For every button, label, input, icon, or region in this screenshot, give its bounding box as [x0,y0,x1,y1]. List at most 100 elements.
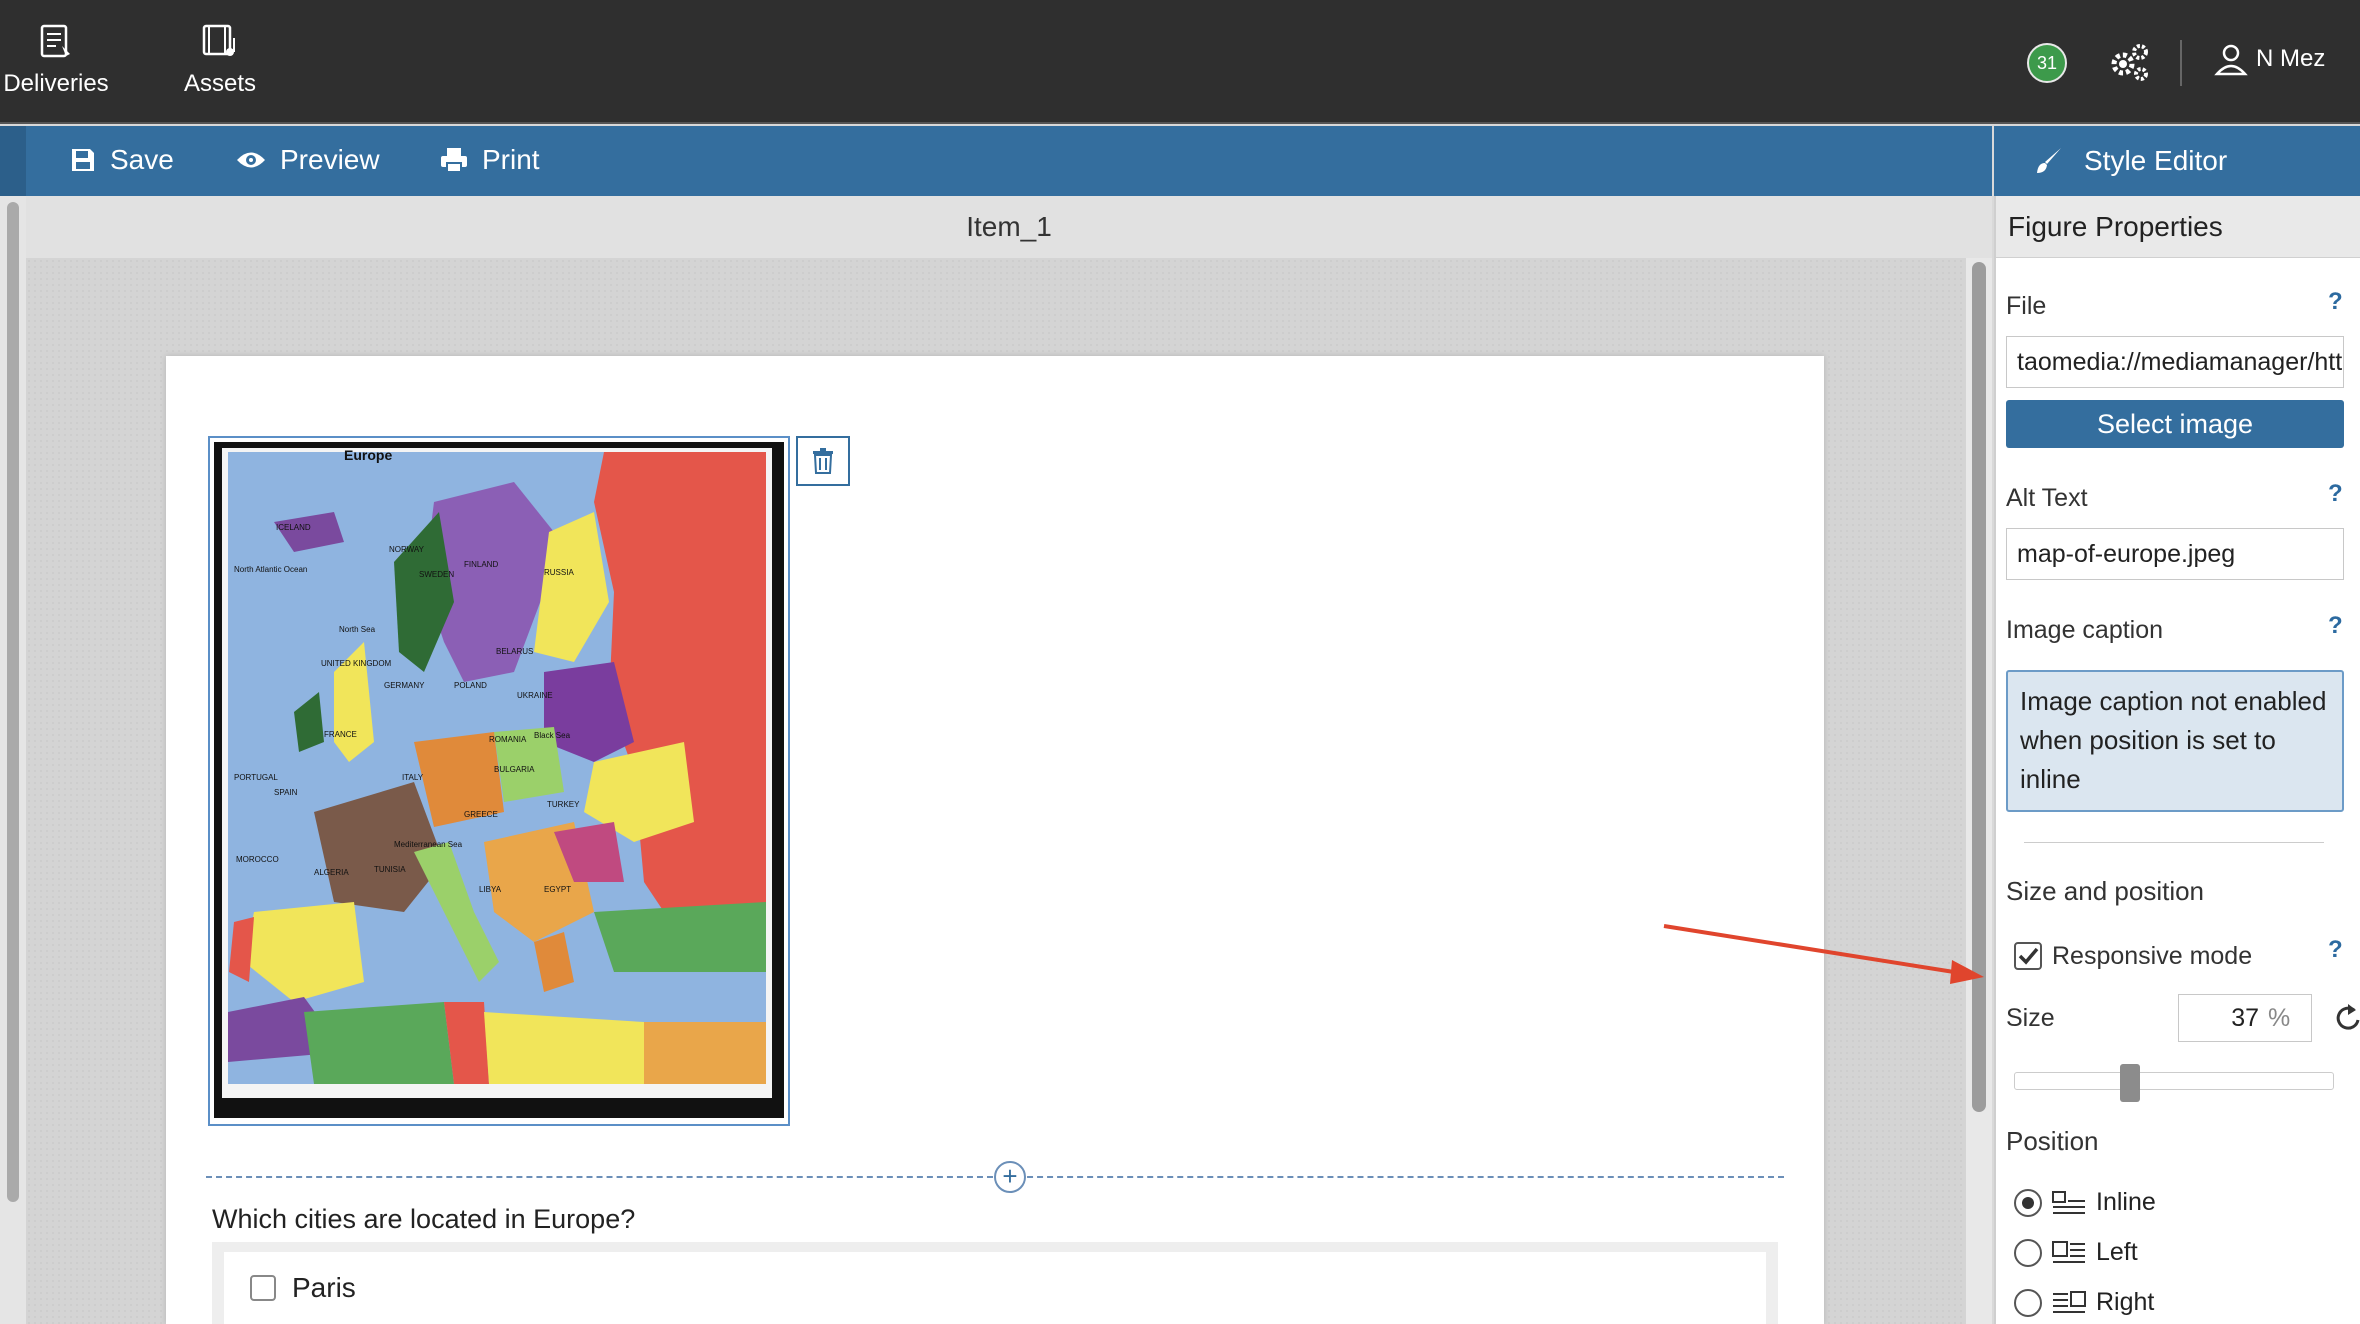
map-label: PORTUGAL [234,773,278,782]
position-right-option[interactable]: Right [2014,1288,2154,1317]
preview-label: Preview [280,144,380,175]
map-label: POLAND [454,681,487,690]
reset-size-icon[interactable] [2334,1002,2360,1034]
map-label: LIBYA [479,885,502,894]
file-help-icon[interactable]: ? [2328,288,2343,316]
nav-assets[interactable]: Assets [150,22,290,98]
map-label: ICELAND [276,523,311,532]
print-button[interactable]: Print [440,144,540,176]
inline-layout-icon [2052,1190,2085,1214]
map-label: RUSSIA [544,568,574,577]
position-left-label: Left [2096,1238,2138,1266]
file-label: File [2006,292,2047,320]
style-editor-label: Style Editor [2084,145,2228,176]
responsive-mode-checkbox[interactable] [2014,942,2042,970]
figure-properties-panel: Figure Properties File ? taomedia://medi… [1994,196,2360,1324]
eye-icon [237,152,265,168]
panel-title: Figure Properties [1996,196,2360,258]
map-label: SPAIN [274,788,298,797]
canvas-scrollbar[interactable] [1966,258,1992,1324]
position-left-radio[interactable] [2014,1238,2042,1267]
canvas-scrollbar-thumb[interactable] [1972,262,1986,1112]
add-block-button[interactable]: + [994,1161,1026,1193]
map-label: North Atlantic Ocean [234,565,307,574]
notification-badge[interactable]: 31 [2027,43,2067,83]
nav-deliveries[interactable]: Deliveries [0,22,126,98]
alt-text-help-icon[interactable]: ? [2328,480,2343,508]
map-label: BELARUS [496,647,533,656]
assets-icon [202,24,235,56]
trash-icon [813,448,833,474]
map-label: TUNISIA [374,865,406,874]
checkmark-icon [2018,947,2039,965]
responsive-mode-label: Responsive mode [2052,942,2253,970]
map-label: North Sea [339,625,376,634]
user-icon [2214,44,2248,76]
settings-gear-icon[interactable] [2106,40,2152,86]
map-label: GERMANY [384,681,425,690]
caption-label: Image caption [2006,616,2164,644]
position-right-label: Right [2096,1288,2155,1316]
choice-label: Paris [292,1272,356,1303]
question-prompt: Which cities are located in Europe? [212,1204,636,1234]
responsive-help-icon[interactable]: ? [2328,936,2343,964]
map-label: UNITED KINGDOM [321,659,392,668]
map-label: FINLAND [464,560,498,569]
user-menu[interactable]: N Mez [2214,42,2325,76]
map-title: Europe [344,447,392,463]
deliveries-icon [40,24,70,58]
file-input[interactable]: taomedia://mediamanager/https_2_taoinsta… [2006,336,2344,388]
preview-button[interactable]: Preview [236,144,380,176]
position-right-radio[interactable] [2014,1288,2042,1317]
panel-separator [2024,842,2324,843]
save-button[interactable]: Save [70,144,174,176]
position-left-option[interactable]: Left [2014,1238,2138,1267]
printer-icon [441,148,467,173]
float-left-layout-icon [2052,1240,2085,1263]
map-label: SWEDEN [419,570,454,579]
map-label: FRANCE [324,730,357,739]
float-right-layout-icon [2053,1290,2086,1313]
size-unit: % [2268,1004,2291,1032]
topbar-divider [2180,40,2182,86]
size-position-heading: Size and position [2006,876,2205,906]
map-label: TURKEY [547,800,580,809]
map-label: EGYPT [544,885,571,894]
position-inline-label: Inline [2096,1188,2156,1216]
size-slider-handle[interactable] [2120,1064,2140,1102]
size-label: Size [2006,1004,2055,1032]
map-label: Mediterranean Sea [394,840,463,849]
choice-item[interactable]: Paris [224,1252,1766,1324]
alt-text-label: Alt Text [2006,484,2088,512]
print-label: Print [482,144,540,175]
choice-list: Paris [212,1242,1778,1324]
style-editor-button[interactable]: Style Editor [1994,126,2360,196]
map-label: NORWAY [389,545,425,554]
select-image-button[interactable]: Select image [2006,400,2344,448]
position-inline-option[interactable]: Inline [2014,1188,2156,1217]
caption-help-icon[interactable]: ? [2328,612,2343,640]
map-label: Black Sea [534,731,571,740]
paintbrush-icon [2037,148,2061,173]
map-label: UKRAINE [517,691,553,700]
map-label: ITALY [402,773,424,782]
item-title: Item_1 [26,196,1992,258]
position-heading: Position [2006,1126,2099,1156]
map-label: ROMANIA [489,735,527,744]
editor-toolbar: Save Preview Print [0,126,1992,196]
choice-checkbox[interactable] [250,1275,276,1301]
size-slider-track[interactable] [2014,1072,2334,1090]
alt-text-input[interactable]: map-of-europe.jpeg [2006,528,2344,580]
delete-figure-button[interactable] [796,436,850,486]
size-input[interactable]: 37 [2178,994,2312,1042]
position-inline-radio[interactable] [2014,1188,2042,1217]
nav-deliveries-label: Deliveries [3,70,109,97]
europe-map-figure[interactable]: Europe NORWAY SWEDEN FINLAND RUSSIA ICEL… [208,436,790,1126]
europe-map-image: Europe NORWAY SWEDEN FINLAND RUSSIA ICEL… [214,442,784,1118]
left-scrollbar-thumb[interactable] [7,202,19,1202]
top-navigation-bar: Deliveries Assets 31 N Mez [0,0,2360,124]
nav-assets-label: Assets [183,70,257,97]
item-page: Europe NORWAY SWEDEN FINLAND RUSSIA ICEL… [166,356,1824,1324]
left-scrollbar[interactable] [0,196,26,1324]
save-label: Save [110,144,174,175]
